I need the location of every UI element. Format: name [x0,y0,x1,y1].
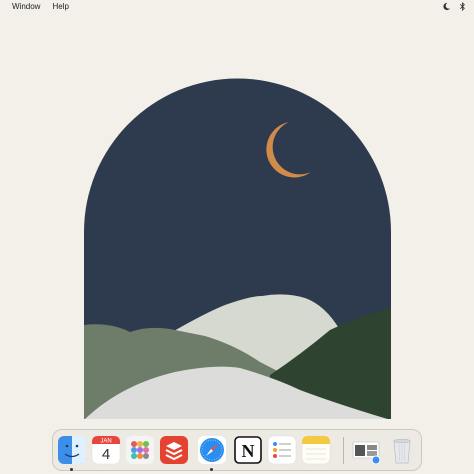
minimized-window-icon[interactable] [351,435,381,465]
dock: JAN 4 N [52,429,422,471]
launchpad-icon[interactable] [125,435,155,465]
notion-letter: N [242,441,255,461]
calendar-day: 4 [102,446,110,463]
menu-window[interactable]: Window [0,0,46,13]
menu-help[interactable]: Help [46,0,74,13]
calendar-icon[interactable]: JAN 4 [91,435,121,465]
desktop-wallpaper [84,78,391,419]
safari-icon[interactable] [197,435,227,465]
bluetooth-icon[interactable] [459,2,466,11]
dark-mode-icon[interactable] [442,2,451,11]
safari-running-indicator [210,468,213,471]
menu-bar: Window Help [0,0,474,13]
reminders-icon[interactable] [267,435,297,465]
trash-icon[interactable] [387,435,417,465]
calendar-month: JAN [100,439,111,445]
notes-icon[interactable] [301,435,331,465]
dock-divider [343,437,344,464]
notion-icon[interactable]: N [233,435,263,465]
finder-running-indicator [70,468,73,471]
todoist-icon[interactable] [159,435,189,465]
finder-icon[interactable] [57,435,87,465]
